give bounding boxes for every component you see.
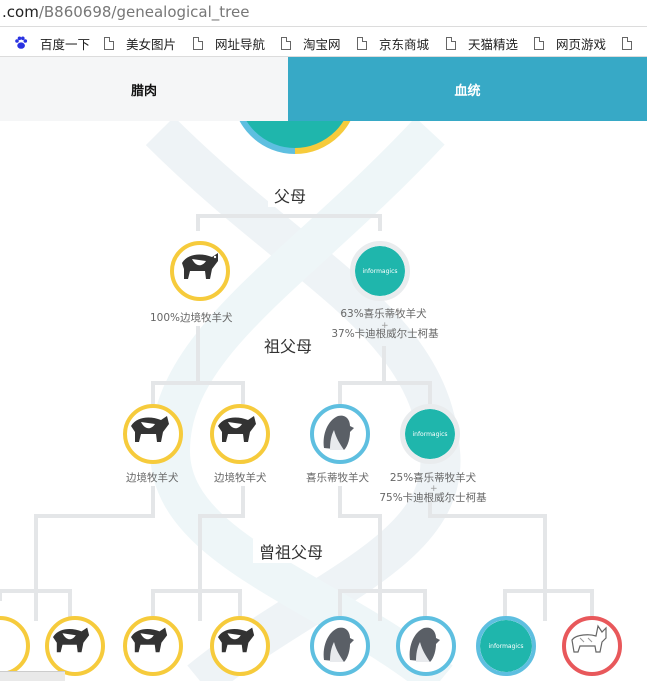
great-grandparent-node[interactable]	[396, 616, 456, 676]
page-icon	[357, 36, 367, 50]
parent-label-line2: 37%卡迪根威尔士柯基	[331, 328, 439, 340]
bookmark-label: 天猫精选	[468, 36, 519, 52]
generation-title-parents: 父母	[268, 183, 313, 207]
border-collie-icon	[218, 416, 256, 442]
tab-larou[interactable]: 腊肉	[0, 57, 288, 121]
page-icon	[104, 36, 114, 50]
corgi-icon	[571, 624, 607, 653]
grandparent-label: 边境牧羊犬	[126, 472, 179, 484]
great-grandparent-node[interactable]	[310, 616, 370, 676]
tree-background	[0, 121, 594, 681]
page-icon	[446, 36, 456, 50]
grandparent-node[interactable]	[310, 404, 370, 464]
bookmark-label: 美女图片	[126, 36, 177, 52]
logo-text: informagics	[412, 430, 448, 438]
genealogy-tree: 父母 祖父母 曾祖父母 100%边境牧羊犬 informagics 63%喜乐蒂…	[0, 121, 647, 681]
grandparent-label: 边境牧羊犬	[214, 472, 267, 484]
bookmark-taobao[interactable]: 淘宝网	[281, 33, 341, 53]
sheltie-icon	[323, 627, 354, 662]
bookmark-label: 网址导航	[215, 36, 266, 52]
page-icon	[193, 36, 203, 50]
parent-dog-node[interactable]	[170, 241, 230, 301]
great-grandparent-node[interactable]	[562, 616, 622, 676]
generation-title-grandparents: 祖父母	[258, 333, 319, 357]
logo-text: informagics	[362, 267, 398, 275]
great-grandparent-node[interactable]	[123, 616, 183, 676]
grandparent-node[interactable]	[210, 404, 270, 464]
address-bar[interactable]: .com/B860698/genealogical_tree	[0, 0, 647, 27]
url-path: /B860698/genealogical_tree	[38, 3, 250, 21]
bookmark-label: 淘宝网	[303, 36, 341, 52]
border-collie-icon	[53, 627, 90, 653]
generation-title-great-grandparents: 曾祖父母	[253, 539, 330, 563]
logo-text: informagics	[488, 642, 524, 650]
parent-label: 100%边境牧羊犬	[150, 312, 233, 324]
informagics-logo: informagics	[480, 620, 532, 672]
sheltie-icon	[409, 627, 440, 662]
url-host: .com	[2, 3, 39, 21]
page-icon	[534, 36, 544, 50]
parent-label-line1: 63%喜乐蒂牧羊犬	[340, 308, 427, 320]
great-grandparent-node[interactable]	[210, 616, 270, 676]
bookmark-baidu[interactable]: 百度一下	[14, 33, 90, 53]
bookmark-label: 网页游戏	[556, 36, 607, 52]
bookmark-overflow[interactable]	[622, 33, 644, 53]
grandparent-label-line2: 75%卡迪根威尔士柯基	[379, 492, 487, 504]
page-icon	[281, 36, 291, 50]
bookmark-label: 京东商城	[379, 36, 430, 52]
informagics-logo: informagics	[355, 246, 405, 296]
border-collie-icon	[218, 627, 255, 653]
grandparent-label: 喜乐蒂牧羊犬	[306, 472, 369, 484]
grandparent-mixed-node[interactable]: informagics	[400, 404, 460, 464]
great-grandparent-node[interactable]	[45, 616, 105, 676]
border-collie-icon	[131, 416, 169, 442]
informagics-logo: informagics	[405, 409, 455, 459]
tab-pedigree[interactable]: 血统	[288, 57, 647, 121]
parent-mixed-node[interactable]: informagics	[350, 241, 410, 301]
bookmark-tmall[interactable]: 天猫精选	[446, 33, 518, 53]
bookmark-wangzhi[interactable]: 网址导航	[193, 33, 265, 53]
border-collie-icon	[131, 627, 168, 653]
bookmark-jd[interactable]: 京东商城	[357, 33, 429, 53]
grandparent-node[interactable]	[123, 404, 183, 464]
page-icon	[622, 36, 632, 50]
bookmark-label: 百度一下	[40, 36, 91, 52]
baidu-paw-icon	[14, 36, 28, 50]
url-text[interactable]: .com/B860698/genealogical_tree	[2, 3, 249, 21]
horizontal-scrollbar[interactable]	[0, 671, 65, 681]
great-grandparent-mixed-node[interactable]: informagics	[476, 616, 536, 676]
sheltie-icon	[323, 415, 354, 450]
bookmark-meinv[interactable]: 美女图片	[104, 33, 176, 53]
tab-bar: 腊肉 血统	[0, 57, 647, 121]
border-collie-icon	[182, 253, 218, 279]
bookmark-games[interactable]: 网页游戏	[534, 33, 606, 53]
bookmarks-bar: 百度一下 美女图片 网址导航 淘宝网 京东商城 天猫精选 网页游戏	[0, 28, 647, 57]
